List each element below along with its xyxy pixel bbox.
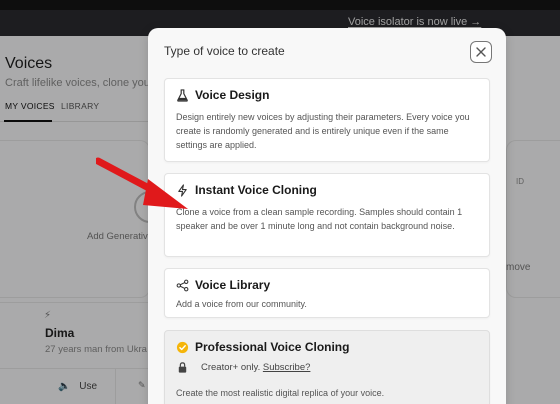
creator-requirement: Creator+ only. Subscribe? xyxy=(176,361,310,374)
option-instant-voice-cloning[interactable]: Instant Voice Cloning Clone a voice from… xyxy=(164,173,490,257)
option-description: Create the most realistic digital replic… xyxy=(176,388,385,398)
annotation-arrow-icon xyxy=(96,157,188,209)
option-voice-design[interactable]: Voice Design Design entirely new voices … xyxy=(164,78,490,162)
option-description: Clone a voice from a clean sample record… xyxy=(176,207,463,231)
modal-title: Type of voice to create xyxy=(164,44,285,58)
share-icon xyxy=(176,279,189,291)
flask-icon xyxy=(177,88,188,102)
option-title: Instant Voice Cloning xyxy=(195,183,317,197)
option-description: Design entirely new voices by adjusting … xyxy=(176,112,470,150)
option-voice-library[interactable]: Voice Library Add a voice from our commu… xyxy=(164,268,490,318)
close-icon xyxy=(476,47,486,57)
option-professional-voice-cloning[interactable]: Professional Voice Cloning Creator+ only… xyxy=(164,330,490,404)
option-title: Voice Design xyxy=(195,88,270,102)
close-button[interactable] xyxy=(470,41,492,63)
subscribe-link[interactable]: Subscribe? xyxy=(263,362,311,373)
verified-badge-icon xyxy=(176,341,189,353)
option-title: Voice Library xyxy=(195,278,271,292)
option-title: Professional Voice Cloning xyxy=(195,340,350,354)
option-description: Add a voice from our community. xyxy=(176,299,307,309)
voice-type-modal: Type of voice to create Voice Design Des… xyxy=(148,28,506,404)
lock-icon xyxy=(178,362,187,373)
creator-only-label: Creator+ only. xyxy=(201,362,261,373)
